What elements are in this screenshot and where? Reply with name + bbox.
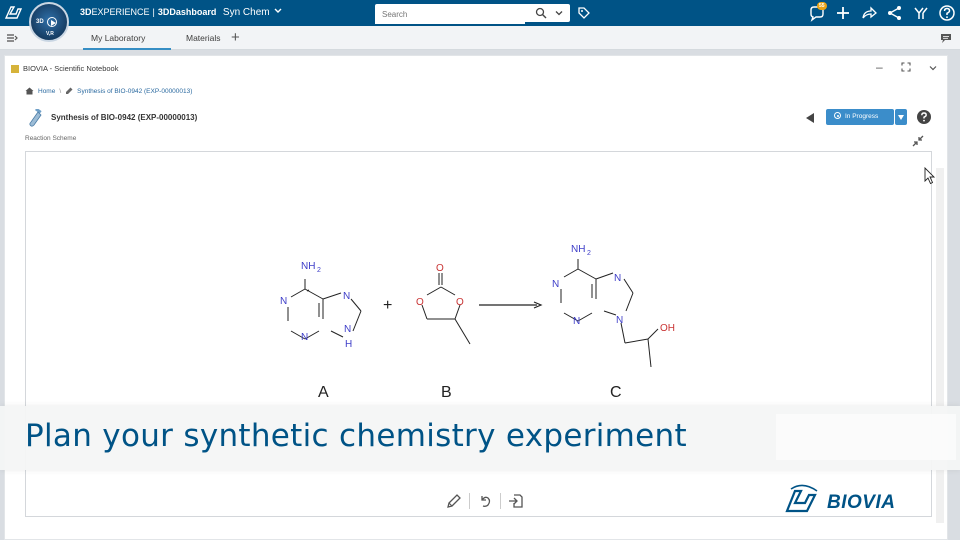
chat-icon[interactable] — [940, 32, 952, 44]
experiment-flask-icon — [29, 109, 42, 127]
add-tab-icon[interactable]: + — [231, 30, 240, 46]
brand-separator: | — [152, 7, 155, 17]
atom-label: N — [301, 332, 308, 343]
exit-fullscreen-icon[interactable] — [911, 134, 925, 148]
scheme-toolbar — [439, 491, 531, 511]
help-icon[interactable] — [938, 4, 956, 22]
widget-title: BIOVIA - Scientific Notebook — [23, 64, 119, 73]
reaction-arrow — [479, 301, 543, 309]
apps-icon[interactable] — [912, 4, 930, 22]
compound-c-label: C — [610, 384, 622, 401]
atom-label: H — [345, 339, 352, 350]
home-icon — [25, 87, 34, 95]
brand-title: 3DEXPERIENCE | 3DDashboard Syn Chem — [80, 7, 282, 18]
search-dropdown-icon[interactable] — [553, 7, 565, 19]
3ds-logo-icon[interactable] — [4, 4, 24, 25]
notification-badge: 55 — [817, 2, 827, 10]
tab-my-laboratory[interactable]: My Laboratory — [83, 26, 171, 65]
notebook-app-icon — [11, 65, 19, 73]
import-icon[interactable] — [506, 491, 526, 511]
atom-label: N — [280, 296, 287, 307]
compass-icon[interactable]: 3D V,R — [29, 2, 69, 42]
atom-label: N — [344, 324, 351, 335]
section-label: Reaction Scheme — [25, 135, 77, 142]
caption-decoration — [776, 414, 956, 460]
side-menu-icon[interactable] — [6, 32, 18, 44]
atom-label: N — [343, 291, 350, 302]
chevron-down-icon[interactable] — [274, 8, 282, 14]
status-dropdown-button[interactable] — [895, 109, 907, 125]
notifications-icon[interactable]: 55 — [808, 2, 827, 22]
toolbar-divider — [500, 493, 501, 509]
chevron-down-icon[interactable] — [928, 63, 938, 73]
breadcrumb-home[interactable]: Home — [38, 88, 55, 95]
widget-header: BIOVIA - Scientific Notebook – — [5, 56, 947, 80]
caption-text: Plan your synthetic chemistry experiment — [25, 418, 687, 454]
caption-banner: Plan your synthetic chemistry experiment — [0, 406, 960, 470]
breadcrumb-separator: \ — [59, 87, 62, 95]
breadcrumb: Home \ Synthesis of BIO-0942 (EXP-000000… — [25, 87, 192, 95]
breadcrumb-current[interactable]: Synthesis of BIO-0942 (EXP-00000013) — [77, 88, 192, 95]
atom-label: O — [456, 297, 464, 308]
flask-icon — [66, 87, 73, 94]
atom-label: NH — [571, 244, 585, 255]
share-icon[interactable] — [886, 4, 904, 22]
search-box — [375, 4, 570, 24]
forward-share-icon[interactable] — [860, 4, 878, 22]
atom-label: 2 — [587, 250, 591, 257]
atom-label: NH — [301, 261, 315, 272]
atom-label: N — [614, 273, 621, 284]
compound-b-label: B — [441, 384, 452, 401]
status-button[interactable]: In Progress — [826, 109, 894, 125]
tag-icon[interactable] — [577, 6, 591, 20]
biovia-logo-text: BIOVIA — [827, 492, 896, 513]
mouse-cursor-icon — [924, 167, 936, 185]
atom-label: N — [573, 316, 580, 327]
compound-b-structure — [421, 273, 471, 345]
dashboard-tabs-bar: My Laboratory Materials + — [0, 26, 960, 65]
atom-label: N — [616, 315, 623, 326]
toolbar-divider — [469, 493, 470, 509]
collapse-left-icon[interactable] — [805, 112, 815, 124]
search-icon[interactable] — [535, 7, 547, 19]
compass-vr-label: V,R — [46, 31, 54, 37]
top-bar: 3D V,R 3DEXPERIENCE | 3DDashboard Syn Chem… — [0, 0, 960, 42]
tab-materials[interactable]: Materials — [178, 26, 228, 50]
atom-label: N — [552, 279, 559, 290]
edit-icon[interactable] — [444, 491, 464, 511]
undo-icon[interactable] — [475, 491, 495, 511]
brand-experience: EXPERIENCE — [91, 7, 150, 17]
minimize-icon[interactable]: – — [876, 60, 883, 74]
search-input[interactable] — [375, 5, 525, 24]
atom-label: O — [436, 263, 444, 274]
brand-prefix: 3D — [80, 7, 92, 17]
status-label: In Progress — [845, 113, 879, 120]
compass-play-icon — [47, 17, 57, 27]
tab-label: Materials — [186, 33, 221, 43]
reaction-plus: + — [383, 297, 392, 314]
maximize-icon[interactable] — [901, 62, 911, 72]
top-right-icons: 55 — [808, 2, 956, 22]
3ds-logo-icon — [785, 484, 818, 513]
biovia-logo: BIOVIA — [783, 483, 913, 517]
compound-c-structure — [560, 259, 659, 368]
compass-3d-label: 3D — [36, 19, 44, 25]
atom-label: O — [416, 297, 424, 308]
brand-app: 3DDashboard — [157, 7, 217, 17]
help-icon[interactable] — [916, 109, 932, 125]
tab-label: My Laboratory — [91, 33, 146, 43]
atom-label: OH — [660, 323, 675, 334]
experiment-title: Synthesis of BIO-0942 (EXP-00000013) — [51, 113, 198, 122]
atom-label: 2 — [317, 267, 321, 274]
add-icon[interactable] — [834, 4, 852, 22]
status-icon — [834, 112, 841, 119]
context-selector[interactable]: Syn Chem — [223, 7, 270, 18]
compound-a-label: A — [318, 384, 329, 401]
